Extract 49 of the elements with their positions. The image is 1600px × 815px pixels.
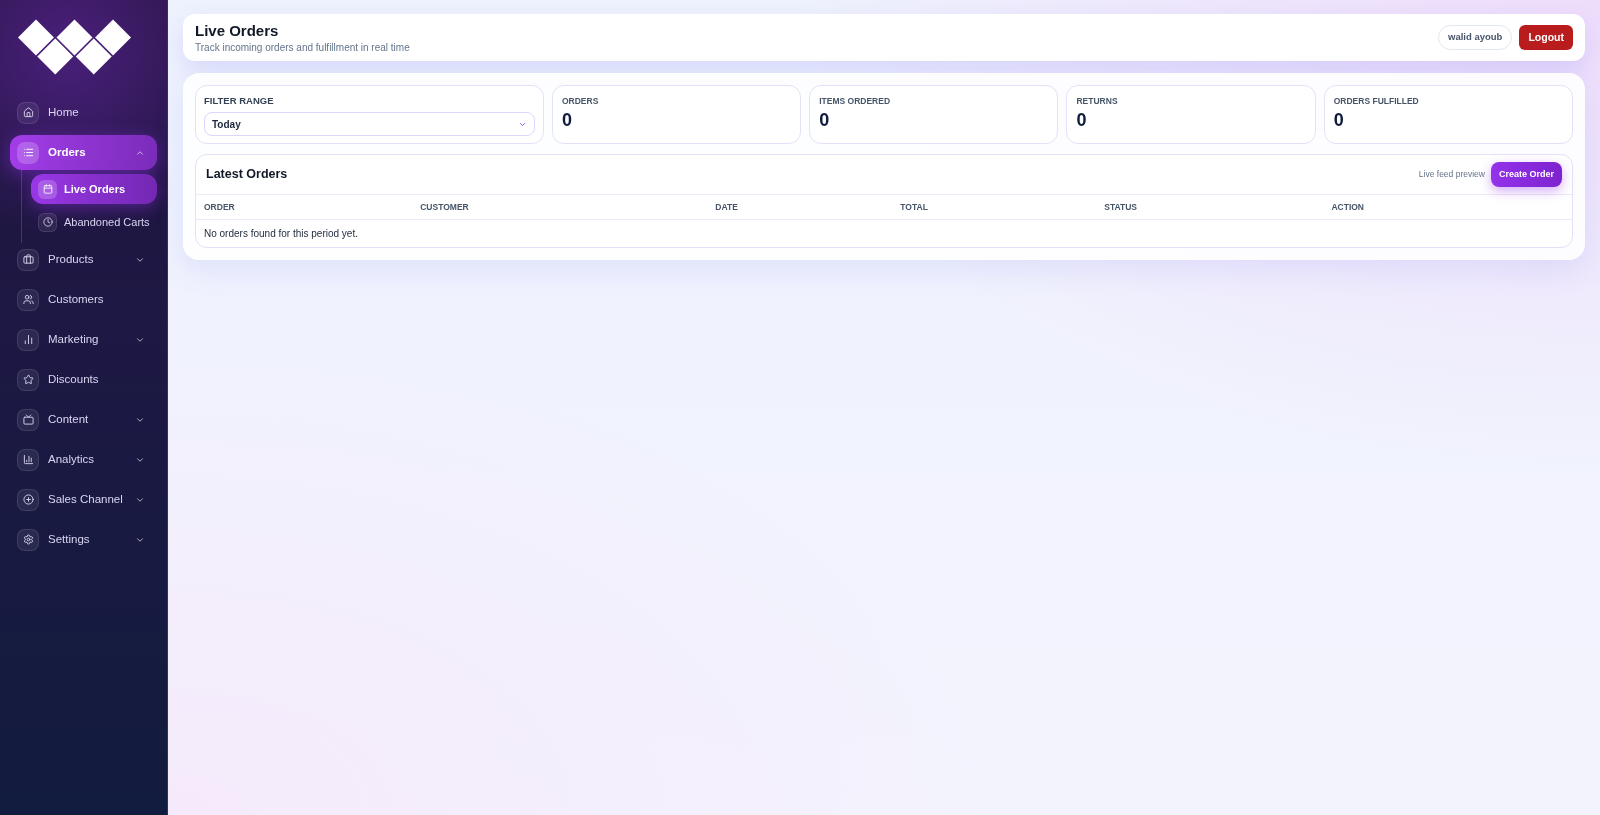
logout-button[interactable]: Logout bbox=[1519, 24, 1573, 51]
column-header: TOTAL bbox=[900, 200, 928, 214]
column-header: CUSTOMER bbox=[420, 200, 469, 214]
filter-label: FILTER RANGE bbox=[204, 95, 275, 107]
column-header: DATE bbox=[715, 200, 738, 214]
clock-icon bbox=[38, 212, 57, 232]
stat-label: ORDERS bbox=[561, 96, 600, 107]
column-header: ORDER bbox=[204, 200, 235, 214]
nav-item[interactable]: Sales Channel bbox=[10, 482, 157, 517]
stat-label: ITEMS ORDERED bbox=[819, 96, 892, 107]
calendar-icon bbox=[38, 179, 57, 199]
stat-label: RETURNS bbox=[1076, 96, 1119, 107]
nav-item[interactable]: Customers bbox=[10, 282, 157, 317]
column-chart-icon bbox=[17, 448, 39, 471]
briefcase-icon bbox=[17, 248, 39, 271]
diamond-logo-icon bbox=[18, 19, 131, 76]
nav-item[interactable]: Marketing bbox=[10, 322, 157, 357]
column-header: STATUS bbox=[1104, 200, 1138, 214]
create-order-button[interactable]: Create Order bbox=[1490, 161, 1562, 188]
stat-value: 0 bbox=[561, 110, 573, 130]
section-title: Latest Orders bbox=[206, 166, 288, 184]
stat-value: 0 bbox=[819, 110, 831, 130]
settings-icon bbox=[17, 528, 39, 551]
page-title: Live Orders bbox=[195, 21, 280, 40]
nav-item[interactable]: Discounts bbox=[10, 362, 157, 397]
nav-item[interactable]: Settings bbox=[10, 522, 157, 557]
circle-plus-icon bbox=[17, 488, 39, 511]
nav-subitem[interactable]: Abandoned Carts bbox=[31, 207, 157, 237]
nav-item[interactable]: Content bbox=[10, 402, 157, 437]
range-select[interactable]: Today bbox=[204, 112, 535, 136]
users-icon bbox=[17, 288, 39, 311]
tv-icon bbox=[17, 408, 39, 431]
nav-item[interactable]: Home bbox=[10, 95, 157, 130]
house-icon bbox=[17, 101, 39, 124]
nav-item[interactable]: Orders bbox=[10, 135, 157, 170]
user-name-chip: walid ayoub bbox=[1438, 25, 1513, 50]
stat-label: ORDERS FULFILLED bbox=[1333, 96, 1420, 107]
column-header: ACTION bbox=[1331, 200, 1364, 214]
stat-value: 0 bbox=[1076, 110, 1088, 130]
feed-note: Live feed preview bbox=[1418, 168, 1485, 181]
nav-item[interactable]: Analytics bbox=[10, 442, 157, 477]
nav-item[interactable]: Products bbox=[10, 242, 157, 277]
nav-subitem[interactable]: Live Orders bbox=[31, 174, 157, 204]
bar-chart-icon bbox=[17, 328, 39, 351]
page-subtitle: Track incoming orders and fulfillment in real time bbox=[195, 41, 410, 54]
list-icon bbox=[17, 141, 39, 164]
star-icon bbox=[17, 368, 39, 391]
stat-value: 0 bbox=[1333, 110, 1345, 130]
empty-message: No orders found for this period yet. bbox=[204, 227, 358, 241]
